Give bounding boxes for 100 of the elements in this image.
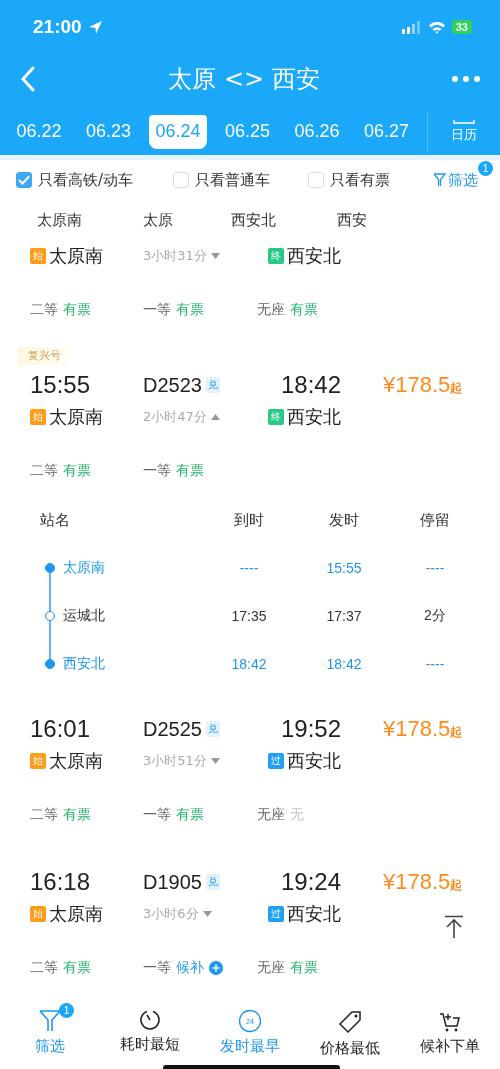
stop-station: 太原南 (63, 559, 105, 577)
train-number: D2525 (143, 717, 202, 741)
column-header: 发时 (329, 510, 359, 530)
filter-button[interactable]: 筛选 (433, 170, 478, 190)
seat-class: 二等 (30, 959, 58, 977)
seat-class: 无座 (257, 301, 285, 319)
arrival-station: 西安北 (287, 902, 341, 926)
timer-icon (139, 1009, 161, 1031)
arrival-cell: ---- (239, 560, 259, 576)
departure-station: 太原南 (49, 405, 103, 429)
seat-availability: 有票 (290, 301, 318, 319)
seat-availability: 有票 (176, 462, 204, 480)
seat-class: 二等 (30, 806, 58, 824)
station-tag: 终 (268, 409, 284, 425)
train-type-badge: 复兴号 (18, 347, 71, 365)
more-icon[interactable] (452, 76, 480, 82)
start-tag: 始 (30, 409, 46, 425)
location-arrow-icon (87, 19, 103, 35)
arrival-cell: 17:35 (231, 608, 267, 624)
checkbox-label: 只看高铁/动车 (38, 170, 134, 190)
duration-toggle[interactable]: 3小时6分 (143, 905, 212, 923)
column-header: 到时 (234, 510, 264, 530)
duration-toggle[interactable]: 2小时47分 (143, 408, 220, 426)
date-tab[interactable]: 06.22 (10, 114, 68, 149)
stay-cell: ---- (425, 560, 445, 576)
checkbox-label: 只看普通车 (195, 170, 270, 190)
bottom-tab[interactable]: 候补下单 (420, 1009, 480, 1056)
signal-icon (401, 20, 422, 34)
back-icon[interactable] (20, 66, 36, 92)
train-number: D1905 (143, 870, 202, 894)
station-tag: 终 (268, 248, 284, 264)
arrival-station: 西安北 (287, 749, 341, 773)
checkbox[interactable] (16, 172, 32, 188)
price-tag-icon (337, 1009, 363, 1035)
seat-availability: 有票 (176, 806, 204, 824)
add-icon[interactable] (209, 961, 223, 975)
seat-class: 一等 (143, 301, 171, 319)
departure-time: 16:18 (30, 868, 92, 896)
departure-time: 15:55 (30, 371, 92, 399)
seat-availability: 有票 (290, 959, 318, 977)
seat-availability: 有票 (176, 301, 204, 319)
battery-level: 33 (451, 20, 472, 34)
filter-icon (433, 173, 446, 187)
seat-class: 二等 (30, 301, 58, 319)
date-tab[interactable]: 06.23 (79, 114, 138, 149)
caret-icon (202, 911, 212, 917)
seat-availability: 有票 (63, 959, 91, 977)
departure-station: 太原南 (49, 749, 103, 773)
start-tag: 始 (30, 248, 46, 264)
wifi-icon (427, 20, 446, 34)
exchange-tag: 兑 (205, 377, 220, 393)
arrival-station: 西安北 (287, 405, 341, 429)
start-tag: 始 (30, 753, 46, 769)
departure-cell: 15:55 (326, 560, 362, 576)
stay-cell: ---- (425, 656, 445, 672)
station-option[interactable]: 西安北 (231, 210, 276, 230)
station-option[interactable]: 西安 (337, 210, 367, 230)
arrival-station: 西安北 (287, 244, 341, 268)
duration-toggle[interactable]: 3小时31分 (143, 247, 220, 265)
price: ¥178.5起 (382, 869, 464, 895)
departure-cell: 17:37 (326, 608, 362, 624)
date-tab[interactable]: 06.26 (288, 114, 346, 149)
bottom-tab[interactable]: 耗时最短 (120, 1009, 180, 1054)
price: ¥178.5起 (382, 372, 464, 398)
exchange-tag: 兑 (205, 721, 220, 737)
seat-class: 无座 (257, 806, 285, 824)
station-option[interactable]: 太原 (143, 210, 173, 230)
station-tag: 过 (268, 753, 284, 769)
arrival-cell: 18:42 (231, 656, 267, 672)
departure-station: 太原南 (49, 244, 103, 268)
bottom-tab[interactable]: 价格最低 (320, 1009, 380, 1058)
arrival-time: 18:42 (280, 371, 341, 399)
seat-availability: 有票 (63, 806, 91, 824)
seat-class: 无座 (257, 959, 285, 977)
date-tab[interactable]: 06.25 (218, 114, 277, 149)
seat-availability: 候补 (176, 959, 204, 977)
departure-time: 16:01 (30, 715, 92, 743)
caret-icon (210, 253, 220, 259)
seat-availability: 无 (290, 806, 304, 824)
column-header: 站名 (40, 510, 70, 530)
departure-station: 太原南 (49, 902, 103, 926)
caret-icon (210, 758, 220, 764)
calendar-button[interactable]: 日历 (428, 119, 500, 144)
route-title: 太原 <> 西安 (168, 64, 320, 95)
seat-class: 一等 (143, 806, 171, 824)
date-tab[interactable]: 06.24 (149, 114, 207, 149)
date-tab[interactable]: 06.27 (357, 114, 416, 149)
seat-availability: 有票 (63, 462, 91, 480)
duration-toggle[interactable]: 3小时51分 (143, 752, 220, 770)
start-tag: 始 (30, 906, 46, 922)
station-option[interactable]: 太原南 (37, 210, 82, 230)
count-badge: 1 (478, 161, 493, 176)
clock: 21:00 (33, 16, 82, 38)
price: ¥178.5起 (382, 716, 464, 742)
seat-class: 一等 (143, 959, 171, 977)
stop-station: 西安北 (63, 655, 105, 673)
arrival-time: 19:24 (280, 868, 341, 896)
filter-icon (39, 1009, 61, 1033)
departure-cell: 18:42 (326, 656, 362, 672)
exchange-tag: 兑 (205, 874, 220, 890)
